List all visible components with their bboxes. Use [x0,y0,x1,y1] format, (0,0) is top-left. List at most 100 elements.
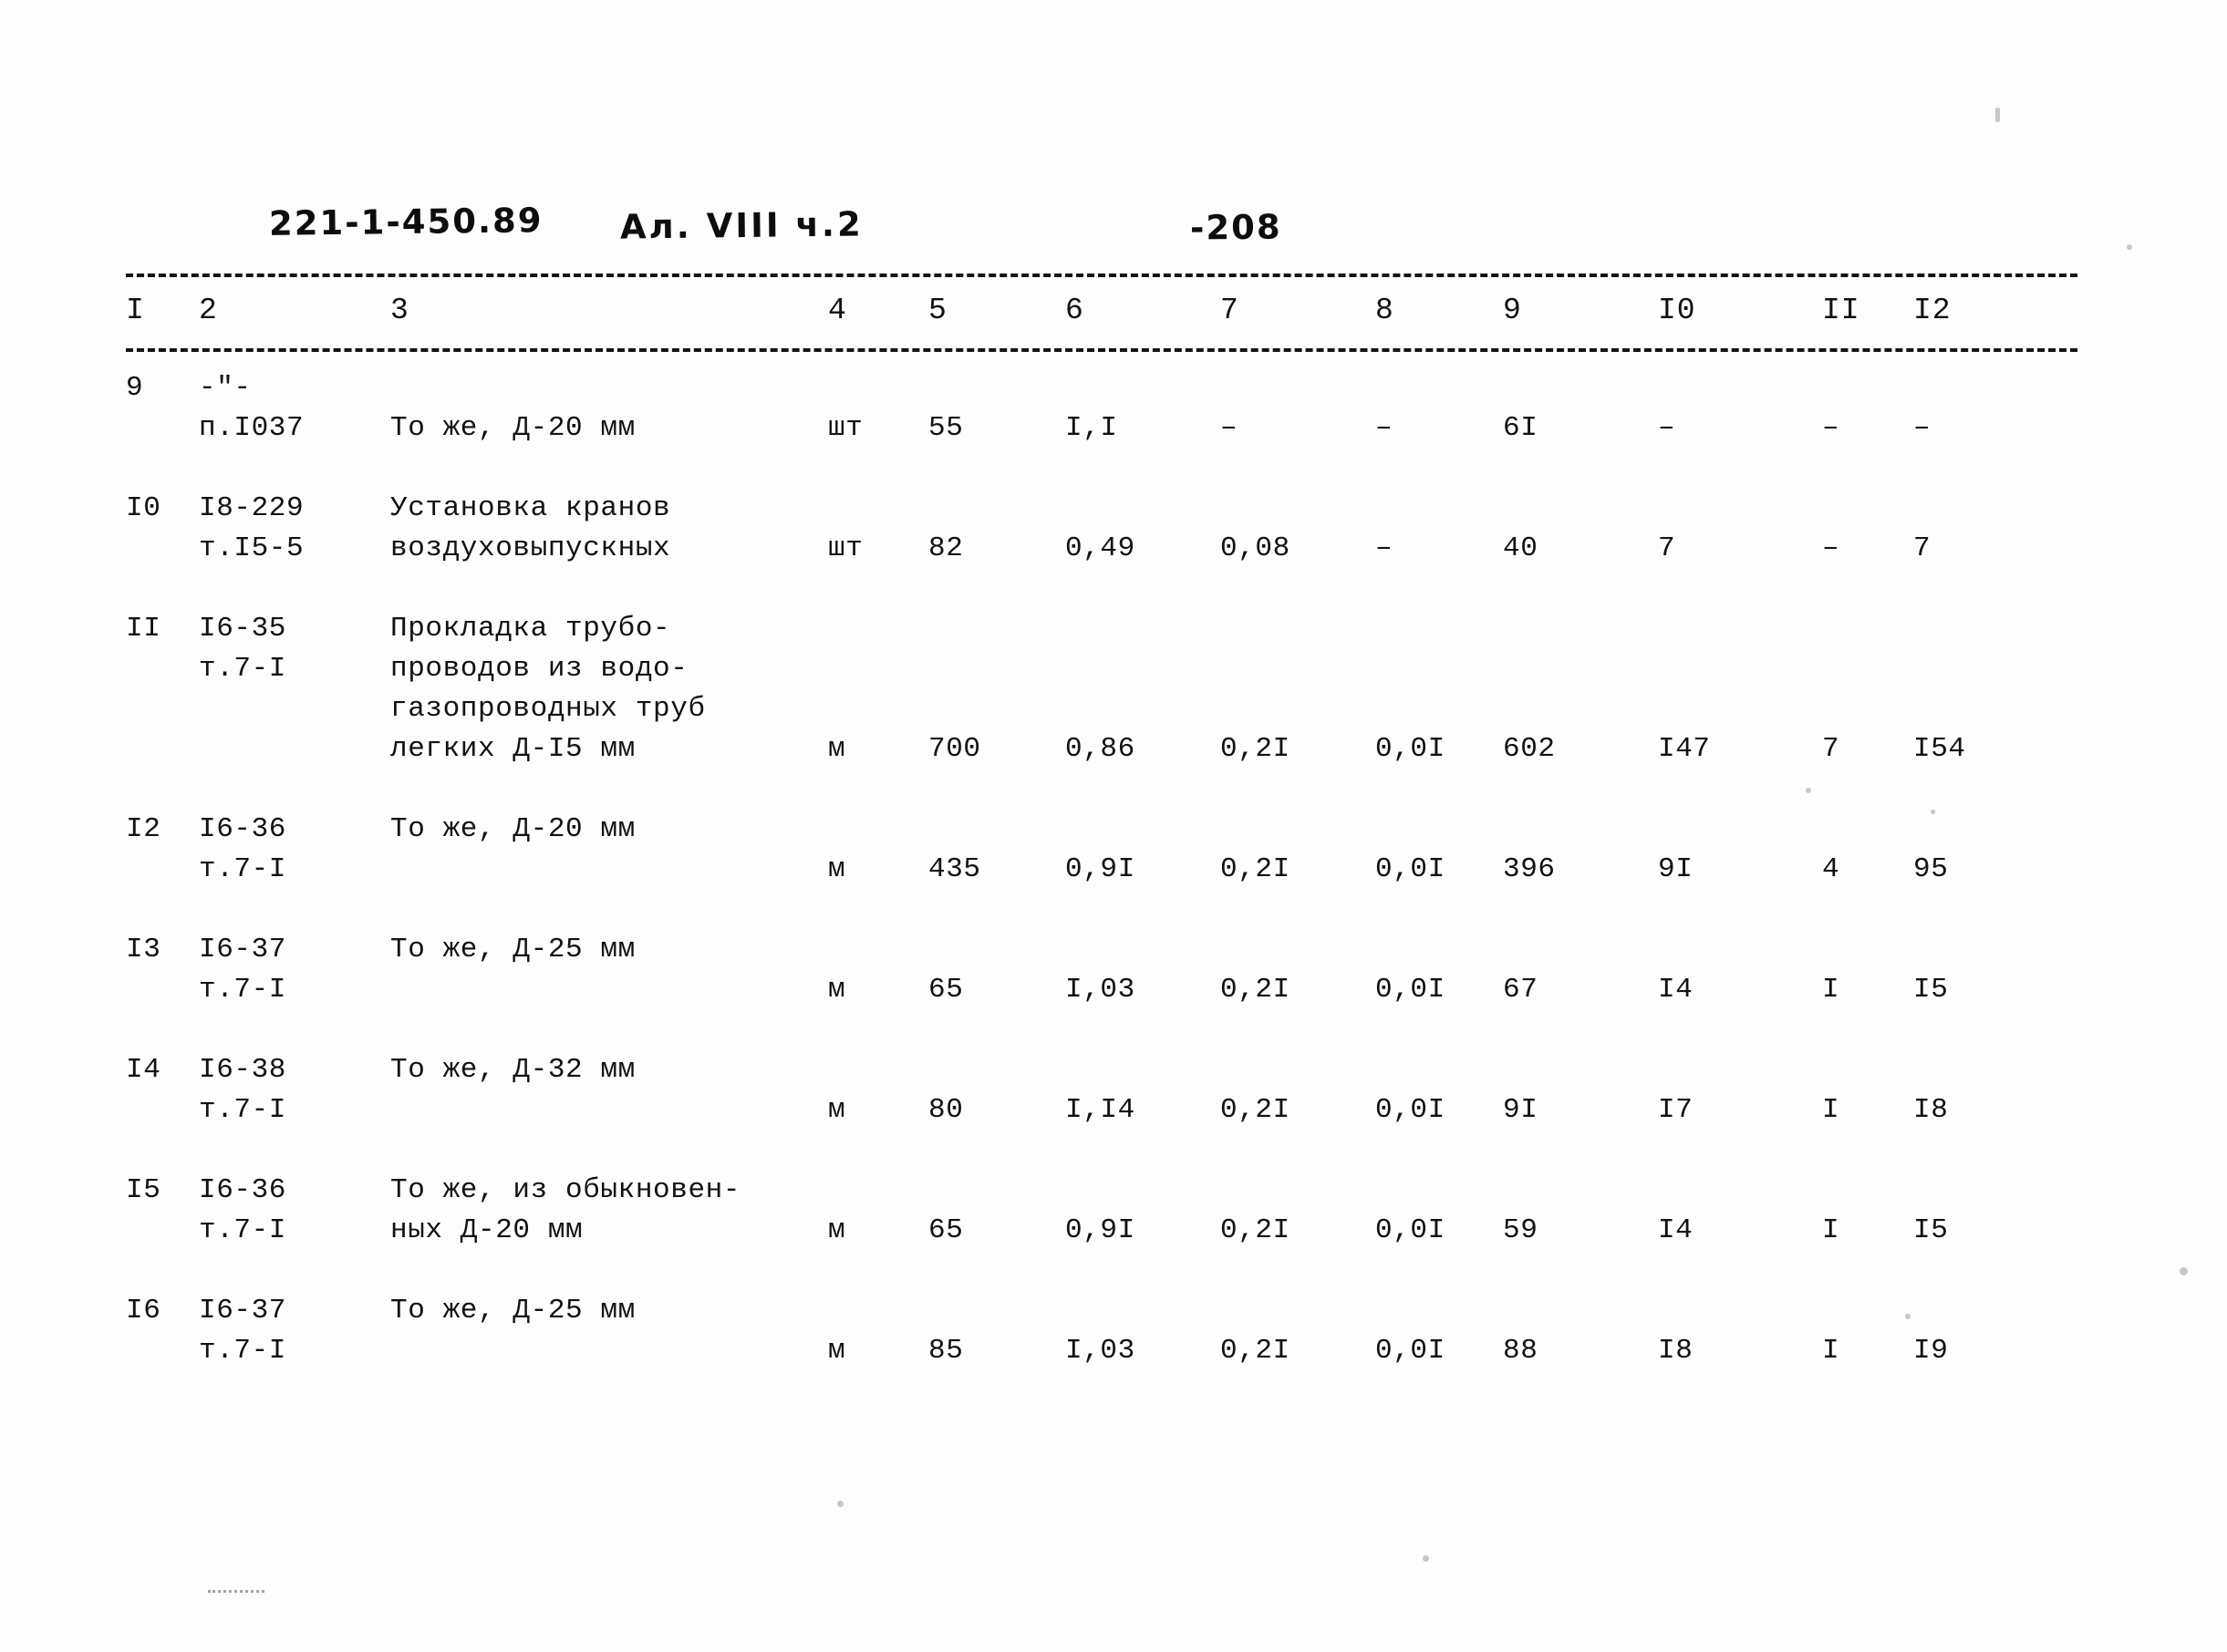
scan-artifact [1905,1314,1911,1319]
row-code: I6-35 т.7-I [199,613,287,685]
row-unit: м [828,1335,846,1367]
row-value-10: I47 [1658,733,1711,765]
row-value-9: 6I [1503,412,1538,444]
row-unit: шт [828,532,864,564]
row-value-6: I,I [1065,412,1118,444]
scan-artifact [2127,244,2132,250]
row-value-12: 95 [1913,853,1949,885]
row-value-6: 0,49 [1065,532,1135,564]
row-value-10: 7 [1658,532,1676,564]
row-description: То же, Д-20 мм [390,813,636,845]
row-description: То же, из обыкновен- ных Д-20 мм [390,1174,741,1246]
row-index: I0 [126,492,161,524]
table-row: I2 I6-36 т.7-I То же, Д-20 мм м 435 0,9I 0,2I 0… [126,810,2123,930]
row-value-10: I7 [1658,1094,1694,1126]
row-unit: шт [828,412,864,444]
column-header-9: 9 [1503,294,1522,327]
row-description: То же, Д-25 мм [390,1295,636,1327]
page-number: -208 [1189,207,1282,248]
row-quantity: 65 [928,974,964,1006]
row-value-11: 4 [1822,853,1840,885]
row-value-12: I5 [1913,1214,1949,1246]
scan-artifact [2180,1267,2188,1275]
scan-artifact [1806,788,1811,793]
table-row: II I6-35 т.7-I Прокладка трубо- проводов и… [126,609,2123,810]
row-value-11: I [1822,1214,1840,1246]
row-value-7: 0,2I [1220,974,1290,1006]
column-header-8: 8 [1375,294,1394,327]
row-index: I5 [126,1174,161,1206]
scan-artifact [1423,1555,1429,1562]
row-unit: м [828,1214,846,1246]
row-value-11: 7 [1822,733,1840,765]
table-row: I6 I6-37 т.7-I То же, Д-25 мм м 85 I,03 0,2I 0,… [126,1291,2123,1411]
row-unit: м [828,974,846,1006]
row-code: I6-37 т.7-I [199,1295,287,1367]
page-header: 221-1-450.89 Ал. VIII ч.2 -208 [0,201,2227,257]
row-value-6: I,03 [1065,974,1135,1006]
row-quantity: 85 [928,1335,964,1367]
row-value-8: 0,0I [1375,1335,1445,1367]
table-rule-bottom [126,348,2077,352]
row-value-12: I54 [1913,733,1966,765]
row-value-6: 0,9I [1065,1214,1135,1246]
row-value-8: 0,0I [1375,1214,1445,1246]
column-header-11: II [1822,294,1860,327]
scan-artifact [837,1501,844,1507]
row-value-8: 0,0I [1375,974,1445,1006]
row-value-11: I [1822,974,1840,1006]
row-value-9: 602 [1503,733,1556,765]
row-value-9: 67 [1503,974,1538,1006]
column-header-row: I 2 3 4 5 6 7 8 9 I0 II I2 [126,284,2123,341]
row-index: 9 [126,372,144,404]
row-value-7: 0,2I [1220,853,1290,885]
project-code: 221-1-450.89 [268,201,544,243]
row-value-10: I4 [1658,974,1694,1006]
table-body: 9 -"- п.I037 То же, Д-20 мм шт 55 I,I – –6I – – – I… [126,368,2123,1411]
row-value-8: – [1375,412,1393,444]
row-quantity: 80 [928,1094,964,1126]
row-value-10: I4 [1658,1214,1694,1246]
row-value-8: 0,0I [1375,853,1445,885]
album-reference: Ал. VIII ч.2 [619,204,864,247]
row-quantity: 82 [928,532,964,564]
row-description: Установка кранов воздуховыпускных [390,492,671,564]
row-unit: м [828,853,846,885]
row-value-9: 88 [1503,1335,1538,1367]
column-header-10: I0 [1658,294,1696,327]
table-row: I3 I6-37 т.7-I То же, Д-25 мм м 65 I,03 0,2I 0,… [126,930,2123,1050]
table-row: I5 I6-36 т.7-I То же, из обыкновен- ных Д-… [126,1171,2123,1291]
column-header-7: 7 [1220,294,1239,327]
row-description: То же, Д-25 мм [390,934,636,965]
row-value-12: I5 [1913,974,1949,1006]
row-value-12: I8 [1913,1094,1949,1126]
scanned-page: 221-1-450.89 Ал. VIII ч.2 -208 I 2 3 4 5… [0,0,2227,1652]
row-value-6: I,03 [1065,1335,1135,1367]
column-header-6: 6 [1065,294,1084,327]
row-code: -"- п.I037 [199,372,305,444]
row-value-7: – [1220,412,1238,444]
table-row: I0 I8-229 т.I5-5 Установка кранов воздухов… [126,489,2123,609]
row-value-8: – [1375,532,1393,564]
row-value-7: 0,08 [1220,532,1290,564]
row-value-12: – [1913,412,1932,444]
row-unit: м [828,1094,846,1126]
row-value-10: I8 [1658,1335,1694,1367]
row-index: I3 [126,934,161,965]
scan-artifact [208,1590,264,1593]
row-code: I6-36 т.7-I [199,813,287,885]
row-value-6: I,I4 [1065,1094,1135,1126]
row-value-7: 0,2I [1220,1335,1290,1367]
row-value-9: 40 [1503,532,1538,564]
row-value-10: – [1658,412,1676,444]
row-quantity: 55 [928,412,964,444]
row-value-11: – [1822,412,1840,444]
row-index: I2 [126,813,161,845]
row-value-10: 9I [1658,853,1694,885]
scan-artifact [1931,810,1935,814]
row-value-11: I [1822,1094,1840,1126]
row-unit: м [828,733,846,765]
row-index: I4 [126,1054,161,1086]
row-value-7: 0,2I [1220,1094,1290,1126]
row-value-12: I9 [1913,1335,1949,1367]
